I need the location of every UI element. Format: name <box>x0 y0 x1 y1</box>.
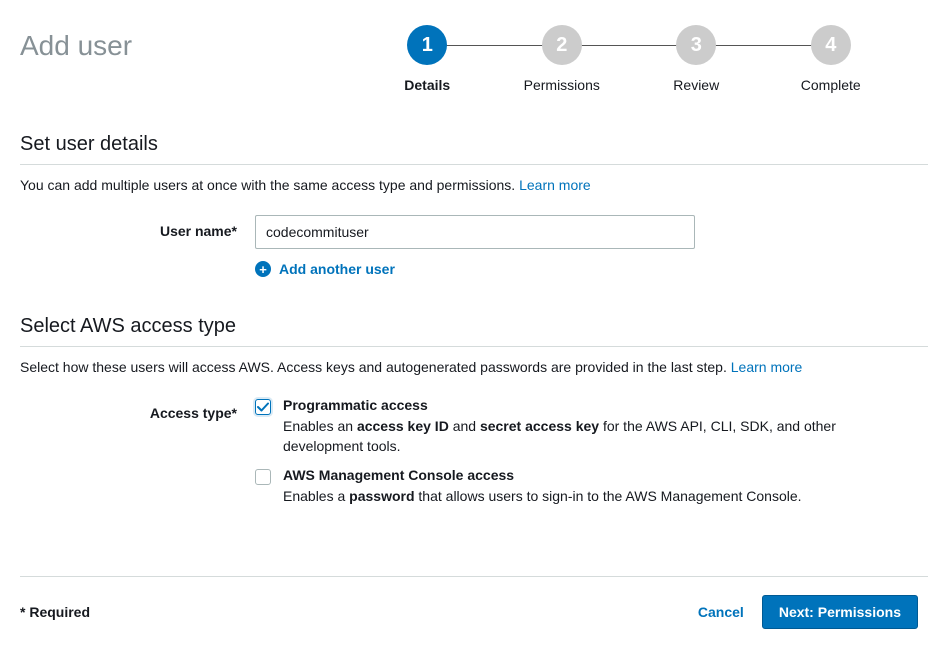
username-label: User name* <box>20 215 255 239</box>
section-title-user-details: Set user details <box>20 133 928 156</box>
username-input[interactable] <box>255 215 695 249</box>
desc-part: Enables a <box>283 488 349 504</box>
desc-part: Enables an <box>283 418 357 434</box>
step-label: Details <box>404 77 450 93</box>
check-icon <box>257 401 269 413</box>
desc-bold: password <box>349 488 414 504</box>
option-desc: Enables a password that allows users to … <box>283 486 843 506</box>
step-permissions: 2 Permissions <box>495 25 630 93</box>
desc-bold: access key ID <box>357 418 449 434</box>
option-desc: Enables an access key ID and secret acce… <box>283 416 843 457</box>
step-label: Permissions <box>524 77 600 93</box>
cancel-button[interactable]: Cancel <box>698 604 744 620</box>
desc-text: You can add multiple users at once with … <box>20 177 519 193</box>
footer: * Required Cancel Next: Permissions <box>20 576 928 629</box>
desc-bold: secret access key <box>480 418 599 434</box>
access-option-programmatic: Programmatic access Enables an access ke… <box>255 397 928 457</box>
checkbox-console[interactable] <box>255 469 271 485</box>
step-details: 1 Details <box>360 25 495 93</box>
desc-part: that allows users to sign-in to the AWS … <box>415 488 802 504</box>
step-number: 4 <box>811 25 851 65</box>
step-number: 3 <box>676 25 716 65</box>
desc-part: and <box>449 418 480 434</box>
checkbox-programmatic[interactable] <box>255 399 271 415</box>
required-note: * Required <box>20 604 90 620</box>
section-title-access-type: Select AWS access type <box>20 315 928 338</box>
learn-more-link[interactable]: Learn more <box>731 359 803 375</box>
next-permissions-button[interactable]: Next: Permissions <box>762 595 918 629</box>
desc-text: Select how these users will access AWS. … <box>20 359 731 375</box>
divider <box>20 164 928 165</box>
divider <box>20 576 928 577</box>
access-type-label: Access type* <box>20 397 255 421</box>
user-details-section: Set user details You can add multiple us… <box>20 133 928 277</box>
divider <box>20 346 928 347</box>
section-desc: Select how these users will access AWS. … <box>20 359 928 375</box>
wizard-stepper: 1 Details 2 Permissions 3 Review 4 Compl… <box>360 20 928 93</box>
step-label: Complete <box>801 77 861 93</box>
option-title: Programmatic access <box>283 397 843 413</box>
step-number: 2 <box>542 25 582 65</box>
add-another-label: Add another user <box>279 261 395 277</box>
page-title: Add user <box>20 20 360 62</box>
step-label: Review <box>673 77 719 93</box>
access-option-console: AWS Management Console access Enables a … <box>255 467 928 506</box>
add-another-user-button[interactable]: + Add another user <box>255 261 928 277</box>
plus-circle-icon: + <box>255 261 271 277</box>
option-title: AWS Management Console access <box>283 467 843 483</box>
step-number: 1 <box>407 25 447 65</box>
access-type-section: Select AWS access type Select how these … <box>20 315 928 516</box>
learn-more-link[interactable]: Learn more <box>519 177 591 193</box>
step-review: 3 Review <box>629 25 764 93</box>
section-desc: You can add multiple users at once with … <box>20 177 928 193</box>
step-complete: 4 Complete <box>764 25 899 93</box>
